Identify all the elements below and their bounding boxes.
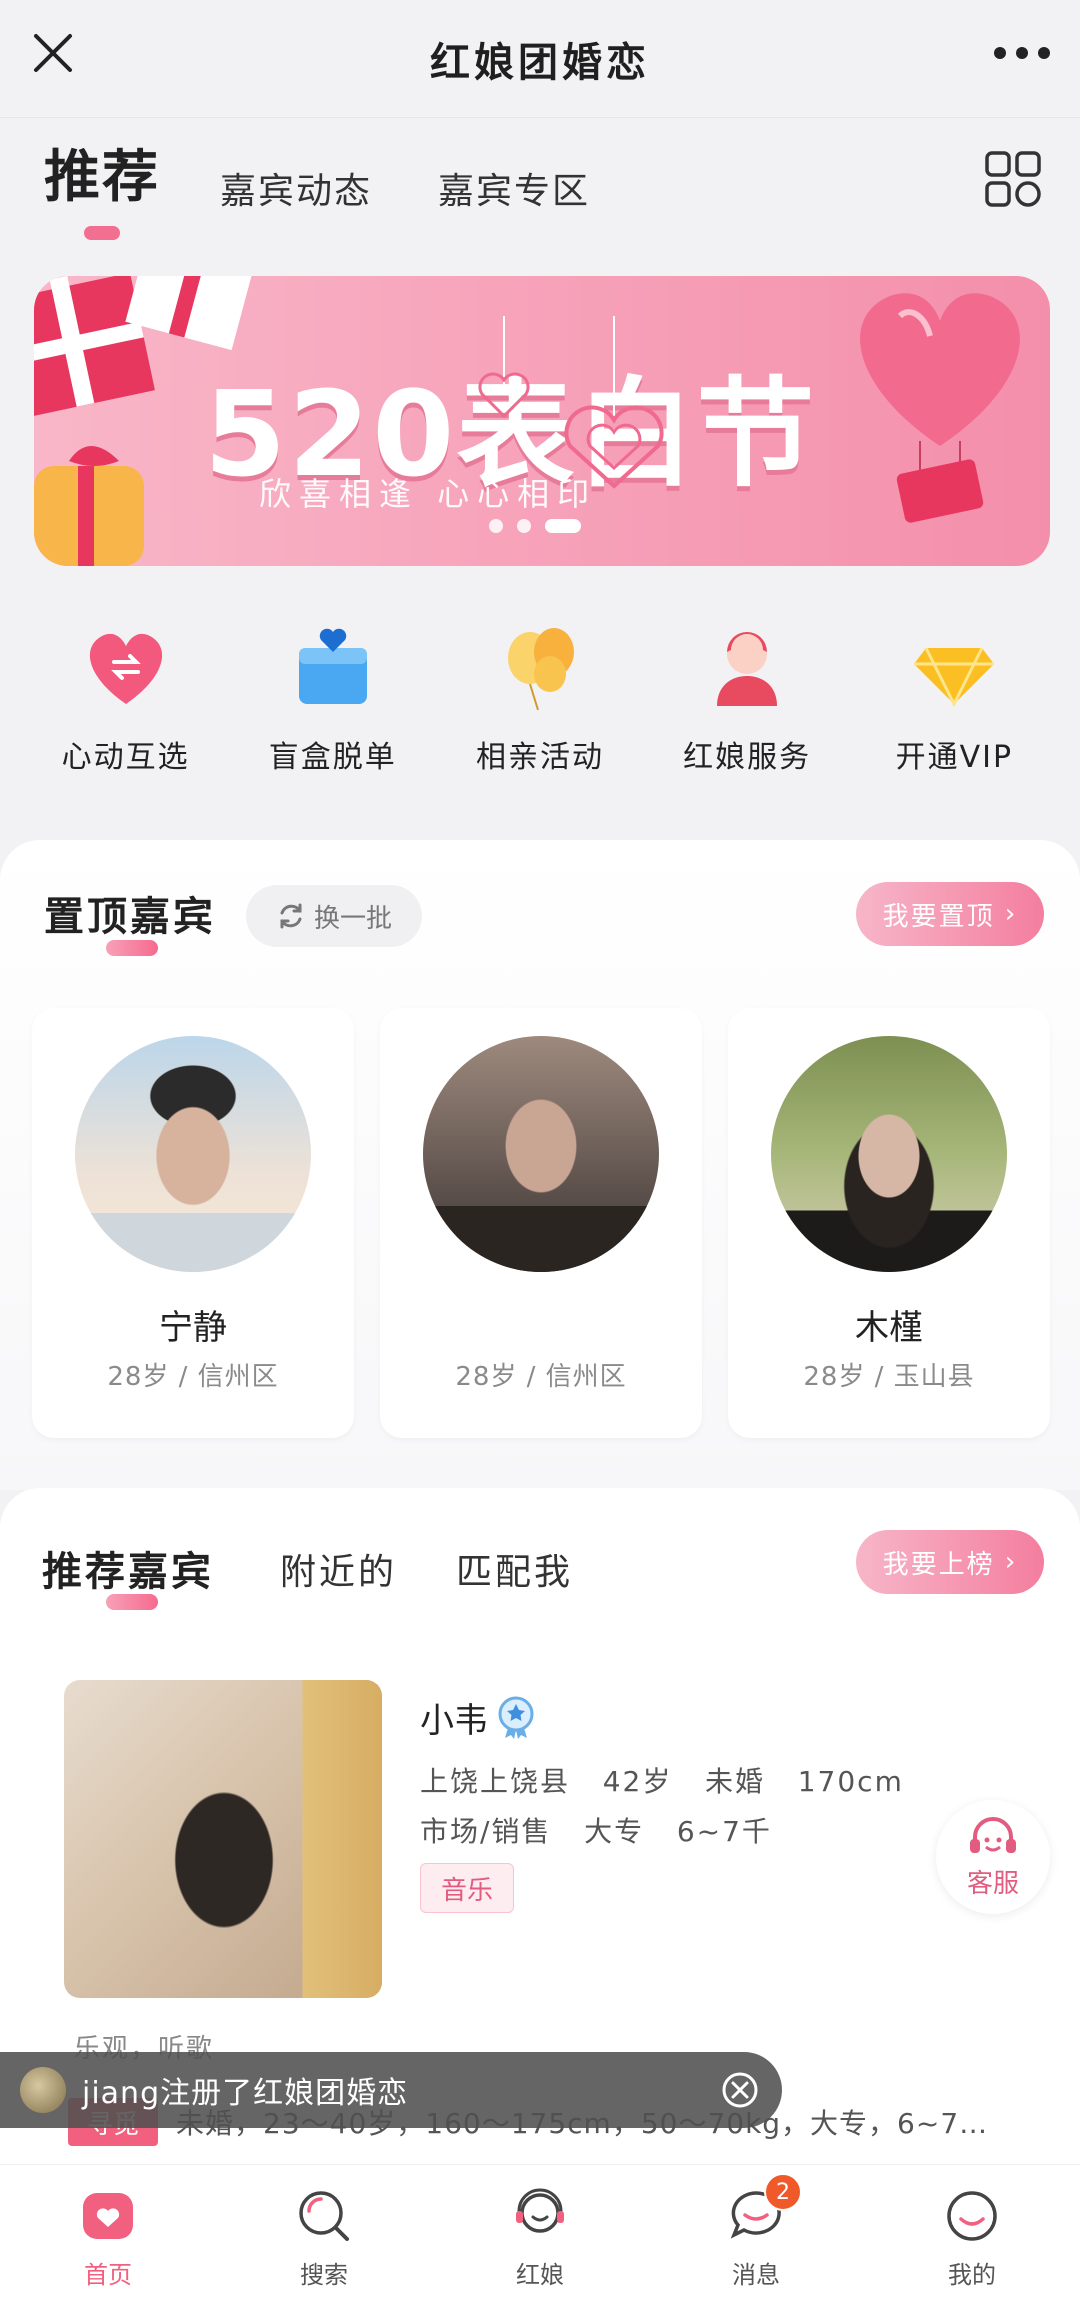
quick-entry-heart-swap[interactable]: 心动互选 [31, 618, 221, 788]
avatar [771, 1036, 1007, 1272]
more-options-icon[interactable] [994, 38, 1050, 68]
guest-meta: 28岁 / 玉山县 [803, 1362, 975, 1392]
profile-work-info: 市场/销售 大专 6~7千 [420, 1815, 772, 1848]
promo-banner[interactable]: 520表白节 欣喜相逢 心心相印 [34, 276, 1050, 566]
verified-badge-icon [498, 1696, 534, 1739]
avatar [20, 2067, 66, 2113]
profile-name: 小韦 [420, 1701, 488, 1741]
tab-guest-feed[interactable]: 嘉宾动态 [220, 162, 372, 214]
profile-name-row: 小韦 [420, 1693, 536, 1742]
tab-profile[interactable]: 我的 [864, 2165, 1080, 2304]
quick-entry-activity[interactable]: 相亲活动 [445, 618, 635, 788]
profile-basic-info: 上饶上饶县 42岁 未婚 170cm [420, 1765, 904, 1798]
tab-label: 我的 [948, 2261, 996, 2289]
top-guests-section: 置顶嘉宾 换一批 我要置顶 › 宁静 28岁 / 信州区 28岁 / 信州区 木… [0, 840, 1080, 1490]
section-underline [106, 1594, 158, 1610]
app-title: 红娘团婚恋 [430, 39, 650, 86]
tab-label: 消息 [732, 2261, 780, 2289]
customer-service-label: 客服 [966, 1868, 1019, 1899]
search-icon [299, 2191, 349, 2241]
blind-box-icon [298, 628, 367, 704]
matchmaker-icon [717, 632, 778, 706]
quick-entry-label: 红娘服务 [683, 740, 812, 775]
home-icon [83, 2193, 133, 2239]
tab-label: 首页 [84, 2261, 132, 2289]
guest-name [380, 1300, 702, 1344]
unread-badge: 2 [764, 2173, 802, 2211]
headset-icon [970, 1816, 1016, 1853]
diamond-icon [914, 647, 995, 708]
customer-service-button[interactable]: 客服 [936, 1800, 1050, 1914]
guest-card[interactable]: 28岁 / 信州区 [380, 1008, 702, 1438]
heart-balloon-icon [860, 293, 1020, 523]
swap-batch-button[interactable]: 换一批 [246, 885, 422, 947]
quick-entry-matchmaker[interactable]: 红娘服务 [652, 618, 842, 788]
rank-me-button[interactable]: 我要上榜 › [856, 1530, 1044, 1594]
quick-entry-label: 开通VIP [895, 740, 1014, 775]
tab-recommend[interactable]: 推荐 [44, 132, 160, 213]
banner-pagination [489, 519, 581, 533]
section-title: 置顶嘉宾 [44, 894, 216, 940]
hanging-hearts-icon [478, 316, 664, 489]
grid-menu-icon[interactable] [984, 150, 1042, 208]
top-nav-bar: 红娘团婚恋 [0, 0, 1080, 118]
bottom-tab-bar: 首页 搜索 红娘 2 消息 我的 [0, 2164, 1080, 2304]
profile-icon [947, 2191, 997, 2241]
tab-recommend-guests[interactable]: 推荐嘉宾 [42, 1539, 214, 1597]
tab-active-indicator [84, 226, 120, 240]
tab-nearby[interactable]: 附近的 [280, 1543, 397, 1595]
heart-swap-icon [89, 633, 162, 704]
toast-message: jiang注册了红娘团婚恋 [82, 2076, 409, 2111]
tab-search[interactable]: 搜索 [216, 2165, 432, 2304]
matchmaker-icon [516, 2188, 564, 2233]
pin-me-label: 我要置顶 [882, 901, 995, 932]
tab-matchmaker[interactable]: 红娘 [432, 2165, 648, 2304]
tab-home[interactable]: 首页 [0, 2165, 216, 2304]
close-icon[interactable] [720, 2070, 760, 2110]
guest-name: 宁静 [159, 1308, 227, 1348]
guest-card[interactable]: 木槿 28岁 / 玉山县 [728, 1008, 1050, 1438]
pin-me-button[interactable]: 我要置顶 › [856, 882, 1044, 946]
interest-tag: 音乐 [420, 1863, 514, 1913]
avatar [423, 1036, 659, 1272]
guest-card[interactable]: 宁静 28岁 / 信州区 [32, 1008, 354, 1438]
guest-meta: 28岁 / 信州区 [455, 1362, 627, 1392]
tab-label: 红娘 [516, 2261, 564, 2289]
tab-messages[interactable]: 2 消息 [648, 2165, 864, 2304]
quick-entry-vip[interactable]: 开通VIP [859, 618, 1049, 788]
top-tabs: 推荐 嘉宾动态 嘉宾专区 [0, 140, 1080, 250]
profile-photo[interactable] [64, 1680, 382, 1998]
signup-notification-toast: jiang注册了红娘团婚恋 [0, 2052, 782, 2128]
quick-entry-label: 盲盒脱单 [268, 740, 397, 775]
quick-entry-label: 相亲活动 [475, 740, 604, 775]
tab-label: 搜索 [300, 2261, 348, 2289]
tab-match-me[interactable]: 匹配我 [456, 1543, 573, 1595]
tab-guest-zone[interactable]: 嘉宾专区 [438, 162, 590, 214]
rank-me-label: 我要上榜 [882, 1549, 995, 1580]
guest-meta: 28岁 / 信州区 [107, 1362, 279, 1392]
quick-entry-grid: 心动互选 盲盒脱单 相亲活动 红娘服务 开通VIP [0, 618, 1080, 788]
guest-name: 木槿 [855, 1308, 923, 1348]
refresh-icon [280, 903, 302, 929]
balloons-icon [507, 628, 574, 711]
close-icon[interactable] [30, 30, 76, 76]
section-underline [106, 940, 158, 956]
quick-entry-label: 心动互选 [61, 740, 190, 775]
swap-batch-label: 换一批 [313, 903, 392, 934]
quick-entry-blind-box[interactable]: 盲盒脱单 [238, 618, 428, 788]
avatar [75, 1036, 311, 1272]
